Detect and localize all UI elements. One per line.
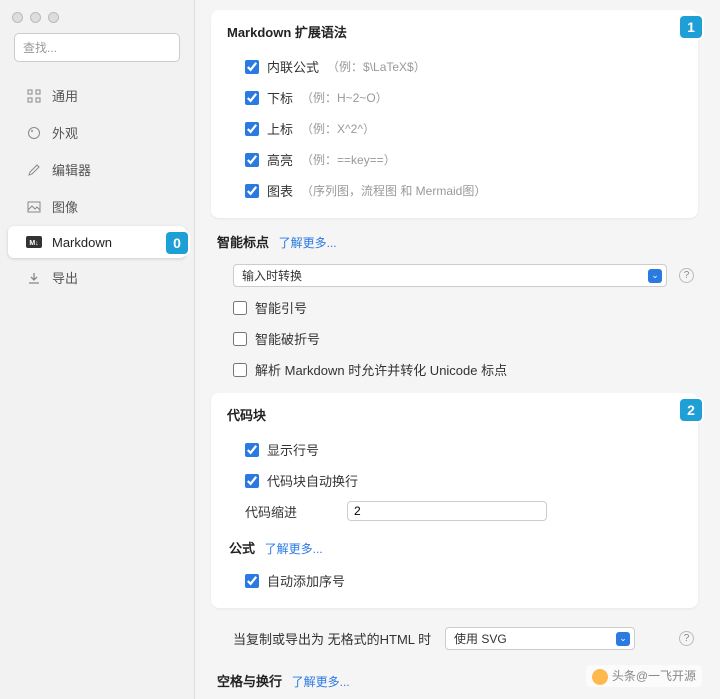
sidebar-item-label: 图像 (52, 197, 78, 216)
learn-more-link[interactable]: 了解更多... (265, 542, 323, 556)
section-title: 代码块 (227, 405, 682, 424)
section-title: 智能标点 (217, 235, 269, 250)
annotation-badge-0: 0 (166, 232, 188, 254)
section-math-export: 当复制或导出为 无格式的HTML 时 使用 SVG ⌄ ? (211, 622, 698, 663)
export-html-label: 当复制或导出为 无格式的HTML 时 (233, 629, 433, 648)
option-label: 智能破折号 (255, 329, 320, 348)
option-label: 高亮 (267, 150, 293, 169)
sidebar-item-general[interactable]: 通用 (8, 78, 186, 113)
option-label: 下标 (267, 88, 293, 107)
help-icon[interactable]: ? (679, 268, 694, 283)
option-label: 上标 (267, 119, 293, 138)
grid-icon (26, 88, 42, 104)
content: 1 Markdown 扩展语法 内联公式 （例：$\LaTeX$） 下标 （例：H~… (195, 0, 720, 699)
checkbox-superscript[interactable] (245, 122, 259, 136)
learn-more-link[interactable]: 了解更多... (279, 236, 337, 250)
checkbox-unicode-punct[interactable] (233, 363, 247, 377)
option-label: 解析 Markdown 时允许并转化 Unicode 标点 (255, 360, 507, 379)
sidebar-item-label: Markdown (52, 235, 112, 250)
sidebar-item-markdown[interactable]: M↓ Markdown 0 (8, 226, 186, 258)
sidebar-item-editor[interactable]: 编辑器 (8, 152, 186, 187)
option-hint: （例：X^2^） (301, 120, 375, 137)
option-label: 显示行号 (267, 440, 319, 459)
zoom-icon[interactable] (48, 12, 59, 23)
checkbox-smart-quotes[interactable] (233, 301, 247, 315)
option-hint: （例：==key==） (301, 151, 396, 168)
minimize-icon[interactable] (30, 12, 41, 23)
sidebar-item-label: 导出 (52, 268, 78, 287)
section-smart-punctuation: 智能标点 了解更多... 输入时转换 ⌄ ? 智能引号 智能破折号 解析 Mar… (211, 232, 698, 393)
sidebar: 查找... 通用 外观 编辑器 图像 M↓ (0, 0, 195, 699)
chevron-updown-icon: ⌄ (648, 269, 662, 283)
checkbox-diagram[interactable] (245, 184, 259, 198)
checkbox-auto-number[interactable] (245, 574, 259, 588)
select-value: 输入时转换 (242, 267, 302, 284)
checkbox-highlight[interactable] (245, 153, 259, 167)
image-icon (26, 199, 42, 215)
learn-more-link[interactable]: 了解更多... (292, 675, 350, 689)
sidebar-item-label: 编辑器 (52, 160, 91, 179)
checkbox-smart-dashes[interactable] (233, 332, 247, 346)
palette-icon (26, 125, 42, 141)
svg-text:M↓: M↓ (29, 240, 38, 247)
option-hint: （例：H~2~O） (301, 89, 388, 106)
sidebar-item-label: 通用 (52, 86, 78, 105)
window-controls (0, 8, 194, 33)
annotation-badge-1: 1 (680, 16, 702, 38)
option-hint: （例：$\LaTeX$） (327, 58, 426, 75)
search-input[interactable]: 查找... (14, 33, 180, 62)
close-icon[interactable] (12, 12, 23, 23)
sidebar-item-export[interactable]: 导出 (8, 260, 186, 295)
select-value: 使用 SVG (454, 630, 507, 647)
sidebar-item-appearance[interactable]: 外观 (8, 115, 186, 150)
markdown-icon: M↓ (26, 234, 42, 250)
select-convert-on-input[interactable]: 输入时转换 ⌄ (233, 264, 667, 287)
checkbox-code-wrap[interactable] (245, 474, 259, 488)
option-hint: （序列图，流程图 和 Mermaid图） (301, 182, 486, 199)
section-title: 空格与换行 (217, 674, 282, 689)
select-math-export[interactable]: 使用 SVG ⌄ (445, 627, 635, 650)
help-icon[interactable]: ? (679, 631, 694, 646)
export-icon (26, 270, 42, 286)
sidebar-item-image[interactable]: 图像 (8, 189, 186, 224)
checkbox-subscript[interactable] (245, 91, 259, 105)
pencil-icon (26, 162, 42, 178)
option-label: 智能引号 (255, 298, 307, 317)
option-label: 自动添加序号 (267, 571, 345, 590)
section-markdown-extensions: 1 Markdown 扩展语法 内联公式（例：$\LaTeX$） 下标（例：H~… (211, 10, 698, 218)
watermark: 头条@一飞开源 (586, 665, 702, 687)
indent-label: 代码缩进 (245, 502, 335, 521)
chevron-updown-icon: ⌄ (616, 632, 630, 646)
section-code-block: 2 代码块 显示行号 代码块自动换行 代码缩进 公式 了解更多... 自动添加序… (211, 393, 698, 608)
option-label: 代码块自动换行 (267, 471, 358, 490)
section-title: Markdown 扩展语法 (227, 22, 682, 41)
checkbox-line-numbers[interactable] (245, 443, 259, 457)
annotation-badge-2: 2 (680, 399, 702, 421)
code-indent-input[interactable] (347, 501, 547, 521)
option-label: 内联公式 (267, 57, 319, 76)
sidebar-item-label: 外观 (52, 123, 78, 142)
option-label: 图表 (267, 181, 293, 200)
section-title: 公式 (229, 541, 255, 556)
checkbox-inline-math[interactable] (245, 60, 259, 74)
avatar-icon (592, 669, 608, 685)
